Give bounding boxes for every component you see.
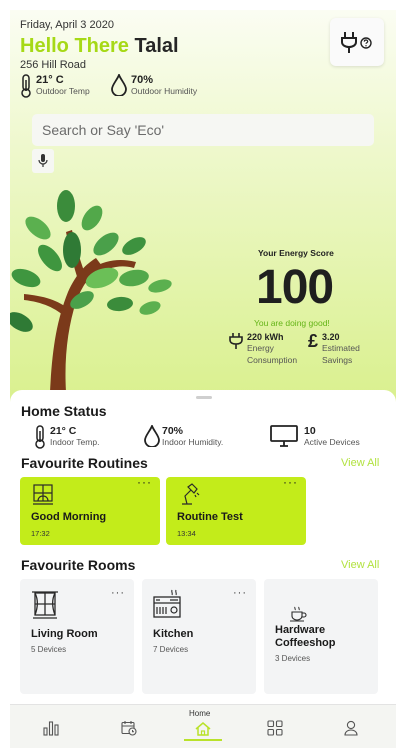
energy-consumption: 220 kWh Energy Consumption: [228, 332, 297, 366]
consumption-value: 220 kWh: [247, 332, 284, 342]
routine-menu-button[interactable]: ···: [283, 475, 298, 489]
room-card[interactable]: ··· Living Room 5 Devices: [20, 579, 134, 694]
room-card[interactable]: Hardware Coffeeshop 3 Devices: [264, 579, 378, 694]
user-name: Talal: [134, 35, 179, 57]
indoor-humidity: 70% Indoor Humidity.: [144, 425, 223, 447]
app-screen: Friday, April 3 2020 Hello There Talal 2…: [10, 10, 396, 748]
estimated-savings: £ 3.20 Estimated Savings: [308, 332, 360, 366]
sheet-drag-handle[interactable]: [196, 396, 212, 399]
nav-active-indicator: [184, 739, 222, 741]
greeting-text: Hello There: [20, 35, 129, 57]
bar-chart-icon: [43, 721, 59, 736]
plug-help-icon: [341, 32, 372, 53]
grid-icon: [267, 720, 283, 736]
water-drop-icon: [111, 74, 127, 96]
indoor-temp: 21° C Indoor Temp.: [34, 425, 99, 449]
room-menu-button[interactable]: ···: [233, 587, 247, 599]
hero-panel: Friday, April 3 2020 Hello There Talal 2…: [10, 10, 396, 410]
address-text: 256 Hill Road: [20, 59, 87, 71]
favourite-routines-title: Favourite Routines: [21, 455, 148, 471]
energy-score-title: Your Energy Score: [258, 248, 334, 258]
consumption-label-2: Consumption: [247, 355, 298, 365]
routine-card[interactable]: ··· Good Morning 17:32: [20, 475, 160, 545]
search-input[interactable]: Search or Say 'Eco': [32, 114, 374, 146]
room-name-line-2: Coffeeshop: [275, 637, 336, 649]
thermometer-icon: [21, 74, 31, 98]
room-name-line-1: Hardware: [275, 624, 326, 636]
stove-oven-icon: [153, 589, 181, 618]
room-device-count: 3 Devices: [275, 654, 311, 663]
routine-card[interactable]: ··· Routine Test 13:34: [166, 475, 306, 545]
window-sunrise-icon: [33, 484, 53, 505]
routine-time: 13:34: [177, 529, 196, 538]
outdoor-humidity: 70% Outdoor Humidity: [111, 74, 197, 96]
outdoor-temp-label: Outdoor Temp: [36, 86, 90, 96]
tree-illustration: [10, 190, 172, 392]
energy-score-message: You are doing good!: [254, 318, 330, 328]
nav-home-label: Home: [189, 709, 211, 718]
thermometer-icon: [35, 425, 45, 449]
active-devices-value: 10: [304, 425, 316, 437]
plug-icon: [229, 333, 243, 349]
room-name: Hardware Coffeeshop: [275, 624, 336, 650]
favourite-rooms-title: Favourite Rooms: [21, 557, 136, 573]
savings-label-1: Estimated: [322, 343, 360, 353]
nav-profile[interactable]: [330, 705, 380, 748]
voice-search-button[interactable]: [32, 149, 54, 173]
bottom-nav: Home: [10, 704, 396, 748]
pound-icon: £: [308, 331, 319, 351]
outdoor-temp-value: 21° C: [36, 74, 64, 86]
indoor-temp-label: Indoor Temp.: [50, 437, 100, 447]
energy-help-button[interactable]: [330, 18, 384, 66]
rooms-view-all-link[interactable]: View All: [341, 559, 379, 571]
home-status-title: Home Status: [21, 403, 107, 419]
consumption-label-1: Energy: [247, 343, 274, 353]
monitor-icon: [270, 425, 298, 447]
indoor-humidity-value: 70%: [162, 425, 184, 437]
active-devices: 10 Active Devices: [270, 425, 360, 447]
savings-value: 3.20: [322, 332, 340, 342]
date-text: Friday, April 3 2020: [20, 19, 114, 31]
calendar-clock-icon: [121, 721, 137, 736]
nav-schedule[interactable]: [108, 705, 158, 748]
microphone-icon: [38, 154, 48, 167]
indoor-temp-value: 21° C: [50, 425, 77, 437]
water-drop-icon: [144, 425, 160, 447]
routines-view-all-link[interactable]: View All: [341, 457, 379, 469]
desk-lamp-icon: [182, 483, 200, 505]
room-menu-button[interactable]: ···: [111, 587, 125, 599]
room-name: Kitchen: [153, 628, 194, 640]
routine-name: Routine Test: [177, 511, 243, 523]
window-curtains-icon: [32, 591, 58, 619]
active-devices-label: Active Devices: [304, 437, 360, 447]
routine-time: 17:32: [31, 529, 50, 538]
routine-name: Good Morning: [31, 511, 107, 523]
nav-devices[interactable]: [254, 705, 304, 748]
room-device-count: 7 Devices: [153, 645, 189, 654]
indoor-humidity-label: Indoor Humidity.: [162, 437, 224, 447]
outdoor-humidity-value: 70%: [131, 74, 154, 86]
energy-score-value: 100: [256, 261, 334, 314]
savings-label-2: Savings: [322, 355, 353, 365]
room-device-count: 5 Devices: [31, 645, 67, 654]
room-card[interactable]: ··· Kitchen 7 Devices: [142, 579, 256, 694]
routine-menu-button[interactable]: ···: [137, 475, 152, 489]
user-icon: [344, 720, 358, 736]
outdoor-temp: 21° C Outdoor Temp: [20, 74, 90, 98]
room-name: Living Room: [31, 628, 98, 640]
greeting: Hello There Talal: [20, 35, 179, 58]
outdoor-humidity-label: Outdoor Humidity: [131, 86, 198, 96]
nav-stats[interactable]: [30, 705, 80, 748]
nav-home[interactable]: Home: [178, 705, 228, 748]
home-icon: [195, 722, 211, 736]
coffee-cup-icon: [290, 606, 307, 622]
